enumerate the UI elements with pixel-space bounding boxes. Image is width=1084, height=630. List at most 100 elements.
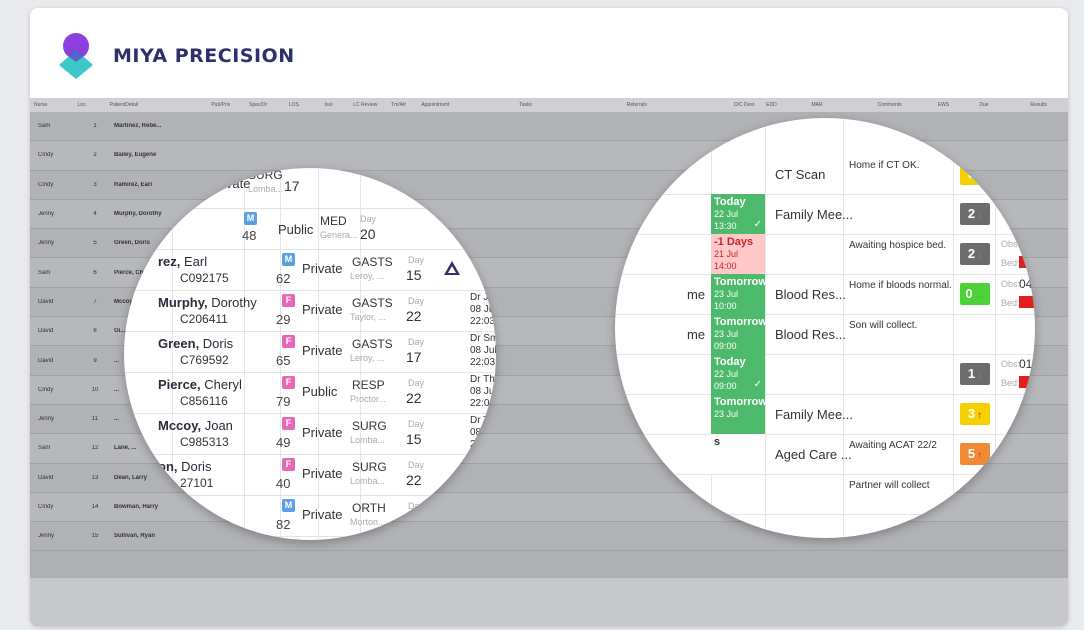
column-header[interactable]: MAR [807, 102, 873, 108]
edd-cell[interactable]: Tomorrow 23 Jul 09:00 [711, 314, 767, 354]
column-header[interactable]: Tasks [515, 102, 622, 108]
edd-cell[interactable]: Today 22 Jul 13:30 ✓ [711, 194, 765, 234]
task-label[interactable]: Aged Care ... [775, 447, 852, 462]
lens-row[interactable]: Private SURG Lomba... 17 [124, 168, 496, 209]
los-label: Day [408, 337, 425, 347]
los-label: Day [408, 378, 425, 388]
ews-score[interactable]: 0 → [960, 283, 990, 305]
task-label[interactable]: Blood Res... [775, 287, 846, 302]
edd-cell[interactable]: -1 Days 21 Jul 14:00 [711, 234, 765, 274]
patient-name[interactable]: rez, Earl [158, 254, 207, 269]
column-header[interactable]: Pub/Priv [207, 102, 245, 108]
edd-cell[interactable]: Tomorrow 23 Jul 10:00 [711, 274, 767, 314]
nurse-name: David [38, 298, 54, 305]
bed-label: Bed: [1001, 298, 1020, 308]
column-header[interactable]: EDD [762, 102, 807, 108]
patient-name[interactable]: Bailey, Eugene [110, 152, 264, 158]
column-header[interactable]: Comments [873, 102, 933, 108]
age: 65 [276, 353, 291, 368]
lens-row[interactable]: Green, Doris C769592 F 65 Private GASTS Leroy,… [124, 331, 496, 373]
edd-cell[interactable]: s [711, 434, 765, 474]
specialty: SURG [352, 419, 387, 433]
edd-date: 23 Jul [714, 409, 739, 419]
lens-row[interactable]: Partner will collect [615, 474, 1035, 515]
column-header[interactable]: Due [975, 102, 1026, 108]
lens-row[interactable]: lip M 82 Private ORTH Morton... Day 18 [124, 495, 496, 537]
lens-row[interactable]: s Aged Care ... Awaiting ACAT 22/2 5 ↑ [615, 434, 1035, 475]
isolation-alert-icon[interactable] [444, 261, 460, 280]
ews-score[interactable]: 2 ↓ [960, 203, 990, 225]
pub-priv: Private [302, 261, 343, 276]
ews-score[interactable]: 3 ↑ [960, 403, 990, 425]
ews-score[interactable]: 1 ↓ [960, 363, 990, 385]
patient-name[interactable]: Green, Doris [158, 336, 233, 351]
column-header[interactable]: LOS [285, 102, 321, 108]
lens-row[interactable]: Today 22 Jul 13:30 ✓ Family Mee... 2 ↓ [615, 194, 1035, 235]
nurse-name: Sam [38, 123, 51, 130]
comment: Son will collect. [849, 320, 918, 331]
column-header[interactable]: Loc. [73, 102, 105, 108]
patient-name[interactable]: on, Doris [158, 459, 211, 474]
lens-row[interactable]: -1 Days 21 Jul 14:00 Awaiting hospice bed.… [615, 234, 1035, 275]
location: 3 [93, 181, 97, 188]
edd-cell[interactable]: Today 22 Jul 09:00 ✓ [711, 354, 765, 394]
age: 40 [276, 476, 291, 491]
ews-trend-icon: ↑ [977, 450, 983, 461]
los-label: Day [408, 255, 425, 265]
task-label[interactable]: Family Mee... [775, 407, 853, 422]
comment: Awaiting hospice bed. [849, 240, 947, 251]
ews-trend-icon: → [974, 290, 985, 301]
obs-label: Obs: [1001, 279, 1021, 289]
task-label[interactable]: CT Scan [775, 167, 825, 182]
column-header[interactable]: PatientDetail [106, 102, 208, 108]
task-label[interactable]: Family Mee... [775, 207, 853, 222]
lens-row[interactable]: on, Doris 27101 F 40 Private SURG Lomba... Day 2… [124, 454, 496, 496]
patient-name[interactable]: Murphy, Dorothy [158, 295, 257, 310]
surname: rez, [158, 254, 185, 269]
lens-row[interactable]: Mccoy, Joan C985313 F 49 Private SURG Lomba...… [124, 413, 496, 455]
location: 12 [91, 445, 99, 452]
location: 13 [91, 474, 99, 481]
ews-score[interactable]: 5 ↑ [960, 443, 990, 465]
lens-row[interactable]: Pierce, Cheryl C856116 F 79 Public RESP Procto… [124, 372, 496, 414]
los-value: 15 [406, 267, 422, 283]
patient-name[interactable]: Martinez, Rebe... [110, 123, 264, 129]
column-header[interactable]: Results [1026, 102, 1068, 108]
column-header[interactable]: LC Review [349, 102, 387, 108]
los-value: 17 [406, 349, 422, 365]
nhi-number: C856116 [180, 394, 228, 408]
pub-priv: Public [278, 222, 314, 237]
lens-row[interactable]: M 075 48 Public MED Genera... Day 20 [124, 208, 496, 250]
column-header[interactable]: Isol [321, 102, 349, 108]
lens-row[interactable]: Today22 Jul 09:00✓ 1↓ Obs:01:1 Bed: [615, 354, 1035, 395]
bed-due-indicator [1019, 376, 1035, 388]
lens-row[interactable]: CT Scan Home if CT OK. 3 ↑ [615, 154, 1035, 195]
specialty: RESP [352, 378, 385, 392]
ews-score[interactable]: 3 ↑ [960, 163, 990, 185]
column-header[interactable]: EWS [934, 102, 976, 108]
lens-row[interactable]: Tomorrow 23 Jul 09:00 me Blood Res... Son wi… [615, 314, 1035, 355]
specialty: GASTS [352, 255, 393, 269]
patient-name[interactable]: Mccoy, Joan [158, 418, 233, 433]
patient-name[interactable]: lip [158, 500, 173, 515]
age: 82 [276, 517, 291, 532]
column-header[interactable]: Tm/Att [387, 102, 417, 108]
patient-name[interactable]: Pierce, Cheryl [158, 377, 242, 392]
ews-score[interactable]: 2 ↓ [960, 243, 990, 265]
lens-row[interactable]: Murphy, Dorothy C206411 F 29 Private GASTS Tay… [124, 290, 496, 332]
edd-cell[interactable]: Tomorrow 23 Jul [711, 394, 767, 434]
bed-due-indicator [1019, 256, 1035, 268]
edd-label: Today [714, 356, 746, 368]
nhi-number: C206411 [180, 312, 228, 326]
location: 4 [93, 211, 97, 218]
location: 9 [93, 357, 97, 364]
column-header[interactable]: D/C Dest [730, 102, 762, 108]
column-header[interactable]: Appointment [417, 102, 515, 108]
column-header[interactable]: Spec/Dr [245, 102, 285, 108]
lens-row[interactable]: rez, Earl C092175 M 62 Private GASTS Leroy, ..… [124, 249, 496, 291]
column-header[interactable]: Nurse [30, 102, 73, 108]
column-header[interactable]: Referrals [623, 102, 730, 108]
task-label[interactable]: Blood Res... [775, 327, 846, 342]
lens-row[interactable]: Tomorrow 23 Jul Family Mee... 3 ↑ [615, 394, 1035, 435]
lens-row[interactable]: Tomorrow 23 Jul 10:00 me Blood Res... Home i… [615, 274, 1035, 315]
